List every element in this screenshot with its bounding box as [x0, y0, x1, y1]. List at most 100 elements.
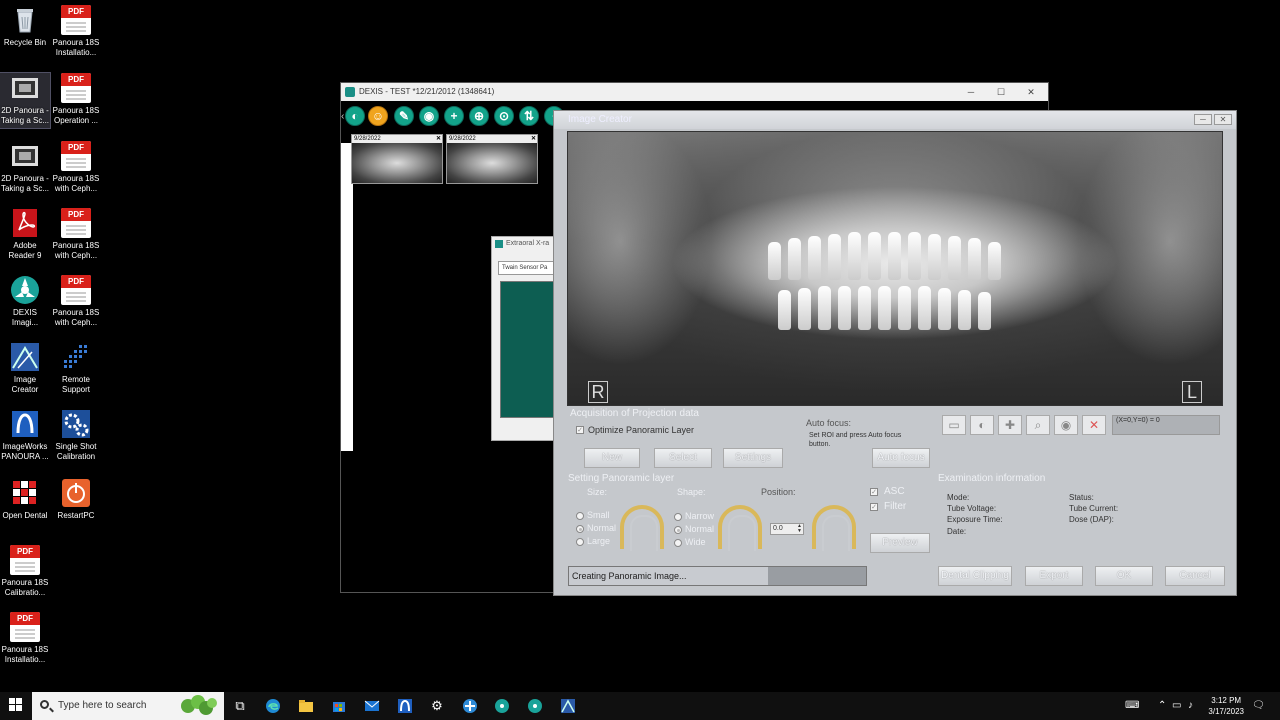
- thumbnail-close-icon[interactable]: ✕: [531, 135, 536, 143]
- desktop-icon-label: RestartPC: [57, 511, 95, 520]
- desktop-icon-label: Open Dental: [2, 511, 48, 520]
- shape-wide-radio[interactable]: [674, 539, 682, 547]
- desktop-icon-panoura-installation-1[interactable]: PDF Panoura 18S Installatio...: [51, 5, 101, 58]
- chevron-up-icon[interactable]: ⌃: [1158, 699, 1166, 713]
- dexis-plus-taskbar-icon[interactable]: [454, 692, 486, 720]
- filter-checkbox[interactable]: ✓: [870, 503, 878, 511]
- patient-icon[interactable]: ☺: [368, 106, 388, 126]
- extraoral-dialog[interactable]: Extraoral X-ra Twain Sensor Pa: [491, 236, 561, 441]
- export-button[interactable]: Export: [1025, 566, 1083, 586]
- crosshair-icon[interactable]: ✚: [998, 415, 1022, 435]
- size-small-radio[interactable]: [576, 512, 584, 520]
- settings-gear-icon[interactable]: ⚙: [429, 698, 445, 714]
- open-dental-icon: [10, 478, 40, 508]
- rectangle-select-icon[interactable]: ▭: [942, 415, 966, 435]
- pan-icon[interactable]: ◉: [1054, 415, 1078, 435]
- preview-button[interactable]: Preview: [870, 533, 930, 553]
- asc-checkbox[interactable]: ✓: [870, 488, 878, 496]
- imageworks-taskbar-icon[interactable]: [397, 698, 413, 714]
- zoom-in-icon[interactable]: ⊕: [469, 106, 489, 126]
- desktop-icon-label: Panoura 18S Operation ...: [52, 106, 100, 125]
- keyboard-icon[interactable]: ⌨: [1125, 699, 1139, 713]
- desktop-icon-panoura-calibration[interactable]: PDF Panoura 18S Calibratio...: [0, 545, 50, 598]
- thumbnail-close-icon[interactable]: ✕: [436, 135, 441, 143]
- desktop-icon-panoura-ceph-2[interactable]: PDF Panoura 18S with Ceph...: [51, 208, 101, 261]
- sensor-select[interactable]: Twain Sensor Pa: [498, 261, 554, 275]
- desktop-icon-panoura-ceph-1[interactable]: PDF Panoura 18S with Ceph...: [51, 141, 101, 194]
- minimize-icon[interactable]: ─: [1194, 114, 1212, 125]
- desktop-icon-label: 2D Panoura - Taking a Sc...: [0, 174, 50, 193]
- asc-label: ASC: [884, 486, 905, 497]
- magnifier-icon[interactable]: ⌕: [1026, 415, 1050, 435]
- toolbar-button-8[interactable]: ⇅: [519, 106, 539, 126]
- ok-button[interactable]: OK: [1095, 566, 1153, 586]
- store-icon[interactable]: [331, 698, 347, 714]
- autofocus-button[interactable]: Auto focus: [872, 448, 930, 468]
- maximize-icon[interactable]: ☐: [986, 83, 1016, 101]
- select-button[interactable]: Select: [654, 448, 712, 468]
- dexis-taskbar-icon-2[interactable]: [527, 698, 543, 714]
- dexis-titlebar[interactable]: DEXIS - TEST *12/21/2012 (1348641) ─ ☐ ✕: [341, 83, 1048, 101]
- desktop-icon-label: Panoura 18S with Ceph...: [52, 241, 100, 260]
- minimize-icon[interactable]: ─: [956, 83, 986, 101]
- windows-start-icon[interactable]: [8, 698, 24, 714]
- contrast-icon[interactable]: ◐: [970, 415, 994, 435]
- close-icon[interactable]: ✕: [1214, 114, 1232, 125]
- delete-icon[interactable]: ✕: [1082, 415, 1106, 435]
- position-stepper[interactable]: 0.0 ▲ ▼: [770, 523, 804, 535]
- exposure-time-label: Exposure Time:: [947, 515, 1003, 524]
- pen-icon[interactable]: ✎: [394, 106, 414, 126]
- new-button[interactable]: New: [584, 448, 640, 468]
- taskbar-clock[interactable]: 3:12 PM 3/17/2023: [1208, 695, 1244, 717]
- panoramic-xray-image[interactable]: R L: [567, 131, 1223, 406]
- camera-icon[interactable]: ◉: [419, 106, 439, 126]
- image-creator-taskbar-icon[interactable]: [560, 698, 576, 714]
- task-view-icon[interactable]: ⧉: [232, 698, 248, 714]
- cancel-button[interactable]: Cancel: [1165, 566, 1225, 586]
- clock-date: 3/17/2023: [1208, 707, 1244, 716]
- dental-clipping-button[interactable]: Dental Clipping: [938, 566, 1012, 586]
- desktop-icon-2d-panoura-2[interactable]: 2D Panoura - Taking a Sc...: [0, 141, 50, 194]
- network-icon[interactable]: ▭: [1172, 699, 1181, 713]
- desktop-icon-2d-panoura-1[interactable]: 2D Panoura - Taking a Sc...: [0, 72, 51, 129]
- desktop-icon-dexis[interactable]: DEXIS Imagi...: [0, 275, 50, 328]
- taskbar-search[interactable]: Type here to search: [32, 692, 224, 720]
- desktop-icon-imageworks[interactable]: ImageWorks PANOURA ...: [0, 409, 50, 462]
- size-large-radio[interactable]: [576, 538, 584, 546]
- image-creator-window[interactable]: Image Creator ─ ✕ R L Acquisition of Pro…: [553, 110, 1237, 596]
- edge-icon[interactable]: [265, 698, 281, 714]
- desktop-icon-label: DEXIS Imagi...: [11, 308, 39, 327]
- size-normal-radio[interactable]: [576, 525, 584, 533]
- settings-button[interactable]: Settings: [723, 448, 783, 468]
- image-creator-title: Image Creator: [568, 114, 632, 125]
- volume-icon[interactable]: ♪: [1188, 699, 1193, 713]
- desktop-icon-adobe-reader[interactable]: Adobe Reader 9: [0, 208, 50, 261]
- shape-normal-radio[interactable]: [674, 526, 682, 534]
- desktop-icon-recycle-bin[interactable]: Recycle Bin: [0, 5, 50, 48]
- file-explorer-icon[interactable]: [298, 698, 314, 714]
- thumbnail-2[interactable]: 9/28/2022 ✕: [446, 134, 538, 184]
- shape-arch-icon: [718, 505, 762, 551]
- desktop-icon-panoura-ceph-3[interactable]: PDF Panoura 18S with Ceph...: [51, 275, 101, 328]
- add-icon[interactable]: +: [444, 106, 464, 126]
- chevron-left-icon[interactable]: ‹: [341, 111, 344, 122]
- optimize-checkbox[interactable]: ✓: [576, 426, 584, 434]
- thumbnail-1[interactable]: 9/28/2022 ✕: [351, 134, 443, 184]
- mail-icon[interactable]: [364, 698, 380, 714]
- desktop-icon-open-dental[interactable]: Open Dental: [0, 478, 50, 521]
- desktop-icon-restartpc[interactable]: RestartPC: [51, 478, 101, 521]
- close-icon[interactable]: ✕: [1016, 83, 1046, 101]
- zoom-icon[interactable]: ⊙: [494, 106, 514, 126]
- desktop-icon-panoura-operation[interactable]: PDF Panoura 18S Operation ...: [51, 73, 101, 126]
- desktop-icon-label: Panoura 18S Installatio...: [52, 38, 100, 57]
- desktop-icon-image-creator[interactable]: Image Creator: [0, 342, 50, 395]
- shape-narrow-radio[interactable]: [674, 513, 682, 521]
- desktop-icon-panoura-installation-2[interactable]: PDF Panoura 18S Installatio...: [0, 612, 50, 665]
- dexis-taskbar-icon-1[interactable]: [494, 698, 510, 714]
- desktop-icon-remote-support[interactable]: Remote Support: [51, 342, 101, 395]
- toolbar-button-1[interactable]: ◐: [345, 106, 365, 126]
- stepper-arrows-icon[interactable]: ▲ ▼: [797, 524, 802, 534]
- image-creator-titlebar[interactable]: Image Creator ─ ✕: [554, 111, 1236, 129]
- desktop-icon-single-shot-calibration[interactable]: Single Shot Calibration: [51, 409, 101, 462]
- notification-icon[interactable]: 🗨: [1252, 699, 1265, 713]
